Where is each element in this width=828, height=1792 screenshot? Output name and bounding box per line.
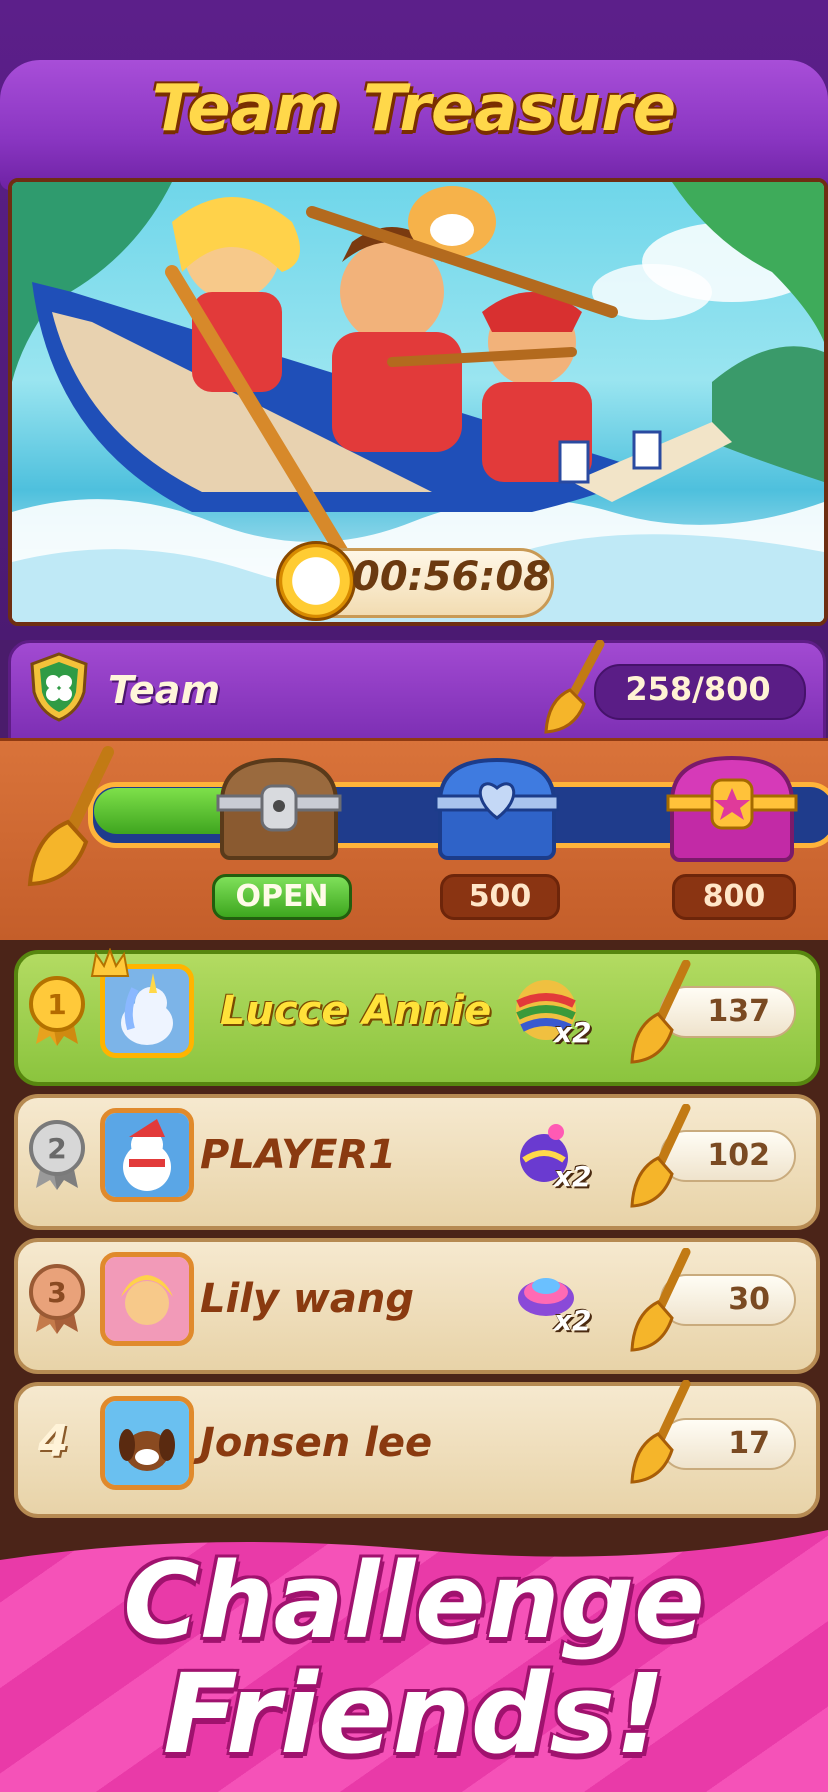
- milestone-500-label: 500: [440, 874, 560, 920]
- chest-icon[interactable]: [430, 752, 564, 864]
- avatar[interactable]: [100, 1396, 194, 1490]
- bronze-medal-icon: 3: [28, 1264, 86, 1334]
- player-name: Lily wang: [200, 1276, 414, 1322]
- player-name: Jonsen lee: [200, 1420, 433, 1466]
- oar-icon: [626, 959, 696, 1070]
- open-button[interactable]: OPEN: [212, 874, 352, 920]
- silver-medal-icon: 2: [28, 1120, 86, 1190]
- oar-icon: [626, 1247, 696, 1358]
- chest-icon[interactable]: [212, 752, 346, 864]
- boost-multiplier: x2: [554, 1160, 592, 1193]
- boost-multiplier: x2: [554, 1304, 592, 1337]
- player-name: PLAYER1: [200, 1132, 397, 1178]
- svg-text:3: 3: [47, 1276, 66, 1309]
- oar-icon: [20, 746, 120, 896]
- avatar[interactable]: [100, 964, 194, 1058]
- page-title: Team Treasure: [151, 72, 677, 146]
- promo-headline-line1: Challenge: [123, 1540, 705, 1662]
- oar-icon: [626, 1379, 696, 1490]
- promo-headline-line2: Friends!: [162, 1650, 666, 1778]
- boost-multiplier: x2: [554, 1016, 592, 1049]
- chest-icon[interactable]: [662, 750, 802, 866]
- team-label: Team: [108, 668, 221, 712]
- team-score: 258/800: [625, 670, 771, 708]
- crown-icon: [90, 947, 130, 978]
- gold-medal-icon: 1: [28, 976, 86, 1046]
- svg-text:1: 1: [47, 988, 66, 1021]
- clover-shield-icon: [28, 652, 90, 722]
- clock-icon: [276, 541, 356, 621]
- oar-icon: [626, 1103, 696, 1214]
- avatar[interactable]: [100, 1108, 194, 1202]
- timer-text: 00:56:08: [352, 554, 551, 600]
- avatar[interactable]: [100, 1252, 194, 1346]
- milestone-800-label: 800: [672, 874, 796, 920]
- rank-number: 4: [38, 1416, 69, 1467]
- player-name: Lucce Annie: [220, 988, 492, 1034]
- svg-text:2: 2: [47, 1132, 66, 1165]
